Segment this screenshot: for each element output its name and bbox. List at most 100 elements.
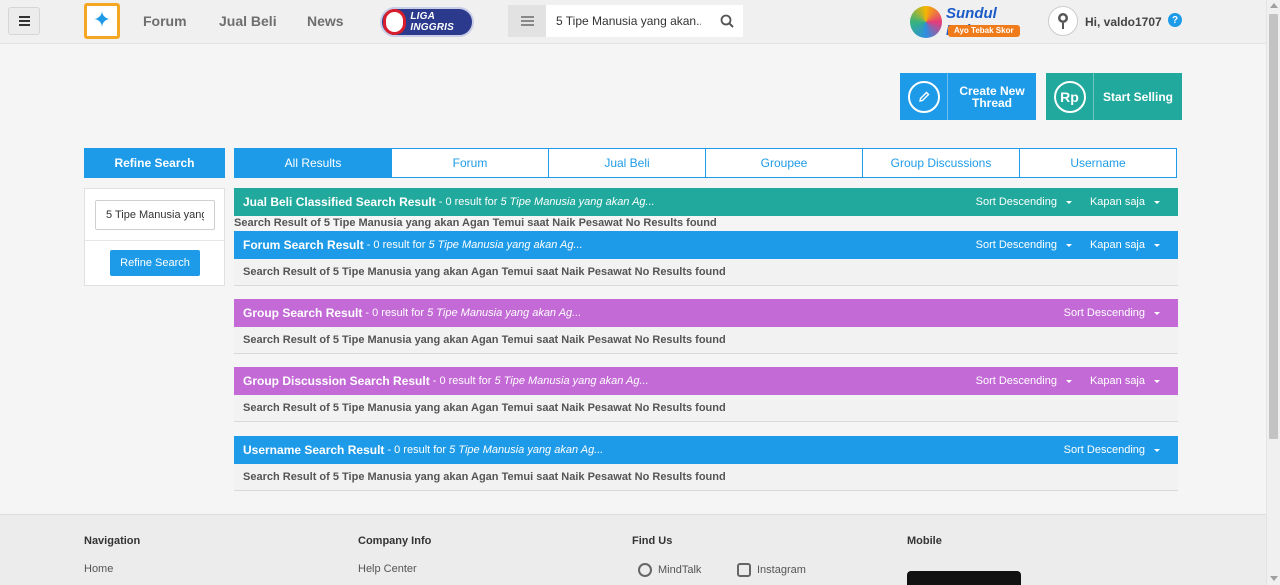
panel-body-no-results: Search Result of 5 Tipe Manusia yang aka…	[234, 259, 1178, 286]
panel-header: Forum Search Result - 0 result for 5 Tip…	[234, 231, 1178, 259]
refine-search-input[interactable]	[95, 200, 215, 230]
list-icon	[520, 20, 534, 22]
hamburger-menu-icon	[18, 20, 30, 22]
footer-findus-column: Find Us MindTalk Instagram	[632, 535, 806, 577]
footer-home-link[interactable]: Home	[84, 563, 113, 575]
hamburger-menu-button[interactable]	[8, 7, 40, 35]
panel-meta: - 0 result for 5 Tipe Manusia yang akan …	[387, 444, 603, 456]
tab-all-results[interactable]: All Results	[234, 148, 392, 178]
sort-descending-dropdown[interactable]: Sort Descending	[976, 375, 1072, 387]
start-selling-label: Start Selling	[1102, 89, 1173, 104]
instagram-icon	[737, 563, 751, 577]
scroll-down-arrow-icon[interactable]	[1270, 576, 1278, 581]
sort-descending-dropdown[interactable]: Sort Descending	[1064, 307, 1160, 319]
caret-down-icon	[1154, 448, 1160, 452]
user-avatar[interactable]	[1048, 6, 1078, 36]
panel-header: Group Search Result - 0 result for 5 Tip…	[234, 299, 1178, 327]
site-logo[interactable]: ✦	[84, 3, 120, 39]
refine-search-button[interactable]: Refine Search	[110, 250, 200, 276]
sort-descending-dropdown[interactable]: Sort Descending	[976, 239, 1072, 251]
panel-header: Jual Beli Classified Search Result - 0 r…	[234, 188, 1178, 216]
tab-jual-beli[interactable]: Jual Beli	[549, 148, 706, 178]
result-count-text: - 0 result for	[366, 239, 429, 251]
scroll-thumb[interactable]	[1269, 14, 1278, 439]
sort-descending-dropdown[interactable]: Sort Descending	[1064, 444, 1160, 456]
sort-label: Sort Descending	[1063, 444, 1145, 456]
group-discussion-result-panel: Group Discussion Search Result - 0 resul…	[234, 367, 1178, 422]
search-icon	[720, 14, 734, 28]
result-count-text: - 0 result for	[387, 444, 450, 456]
caret-down-icon	[1154, 379, 1160, 383]
footer-company-column: Company Info Help Center	[358, 535, 432, 575]
panel-title: Username Search Result	[243, 443, 385, 457]
panel-title: Jual Beli Classified Search Result	[243, 195, 436, 209]
caret-down-icon	[1154, 243, 1160, 247]
app-store-badge[interactable]	[907, 571, 1021, 585]
search-category-button[interactable]	[508, 5, 546, 37]
liga-inggris-banner[interactable]: LIGA INGGRIS	[380, 7, 474, 37]
time-filter-label: Kapan saja	[1089, 239, 1145, 251]
time-filter-label: Kapan saja	[1089, 196, 1145, 208]
mindtalk-icon	[638, 563, 652, 577]
liga-badge-icon	[383, 9, 407, 35]
page-footer: Navigation Home Company Info Help Center…	[0, 514, 1266, 585]
query-text: 5 Tipe Manusia yang akan Ag...	[428, 239, 583, 251]
footer-instagram-link[interactable]: Instagram	[737, 563, 806, 577]
sort-label: Sort Descending	[1063, 307, 1145, 319]
global-search	[508, 5, 743, 37]
instagram-label: Instagram	[757, 564, 806, 576]
query-text: 5 Tipe Manusia yang akan Ag...	[427, 307, 582, 319]
nav-jual-beli-link[interactable]: Jual Beli	[219, 13, 277, 29]
panel-header: Group Discussion Search Result - 0 resul…	[234, 367, 1178, 395]
search-button[interactable]	[711, 5, 743, 37]
refine-search-header: Refine Search	[84, 148, 225, 178]
tab-groupee[interactable]: Groupee	[706, 148, 863, 178]
result-tabs: All Results Forum Jual Beli Groupee Grou…	[234, 148, 1177, 178]
sundul-bola-subtitle: Ayo Tebak Skor	[948, 25, 1020, 37]
time-filter-dropdown[interactable]: Kapan saja	[1090, 375, 1160, 387]
result-count-text: - 0 result for	[438, 196, 501, 208]
footer-mobile-heading: Mobile	[907, 535, 942, 547]
panel-body-no-results: Search Result of 5 Tipe Manusia yang aka…	[234, 395, 1178, 422]
rupiah-icon: Rp	[1053, 80, 1086, 113]
panel-body-no-results: Search Result of 5 Tipe Manusia yang aka…	[234, 327, 1178, 354]
caret-down-icon	[1065, 243, 1072, 247]
username-label[interactable]: Hi, valdo1707	[1085, 15, 1162, 29]
query-text: 5 Tipe Manusia yang akan Ag...	[494, 375, 649, 387]
create-new-thread-button[interactable]: Create New Thread	[900, 73, 1036, 120]
time-filter-dropdown[interactable]: Kapan saja	[1090, 196, 1160, 208]
time-filter-dropdown[interactable]: Kapan saja	[1090, 239, 1160, 251]
pencil-icon-wrap	[900, 73, 948, 120]
panel-sort-controls: Sort Descending Kapan saja	[976, 231, 1178, 259]
avatar-icon	[1058, 13, 1068, 29]
nav-news-link[interactable]: News	[307, 13, 344, 29]
sundul-bola-banner[interactable]: Sundul Bola Ayo Tebak Skor	[910, 4, 1030, 40]
kaskus-logo-icon: ✦	[92, 8, 112, 33]
help-icon[interactable]: ?	[1168, 13, 1182, 27]
sort-label: Sort Descending	[975, 239, 1057, 251]
caret-down-icon	[1065, 200, 1072, 204]
tab-username[interactable]: Username	[1020, 148, 1177, 178]
sort-descending-dropdown[interactable]: Sort Descending	[976, 196, 1072, 208]
result-count-text: - 0 result for	[365, 307, 428, 319]
tab-forum[interactable]: Forum	[392, 148, 549, 178]
panel-body-no-results: Search Result of 5 Tipe Manusia yang aka…	[234, 464, 1178, 491]
footer-company-heading: Company Info	[358, 535, 432, 547]
rupiah-icon-wrap: Rp	[1046, 73, 1094, 120]
time-filter-label: Kapan saja	[1089, 375, 1145, 387]
panel-sort-controls: Sort Descending	[1064, 436, 1178, 464]
scroll-up-arrow-icon[interactable]	[1270, 3, 1278, 8]
footer-mindtalk-link[interactable]: MindTalk	[638, 563, 701, 577]
tab-group-discussions[interactable]: Group Discussions	[863, 148, 1020, 178]
page-scrollbar[interactable]	[1266, 0, 1280, 585]
refine-search-box: Refine Search	[84, 188, 225, 286]
footer-help-center-link[interactable]: Help Center	[358, 563, 417, 575]
panel-sort-controls: Sort Descending	[1064, 299, 1178, 327]
start-selling-button[interactable]: Rp Start Selling	[1046, 73, 1182, 120]
panel-title: Forum Search Result	[243, 238, 364, 252]
nav-forum-link[interactable]: Forum	[143, 13, 187, 29]
liga-inggris-label: LIGA INGGRIS	[410, 11, 455, 33]
footer-navigation-heading: Navigation	[84, 535, 141, 547]
search-input[interactable]	[546, 5, 711, 37]
result-count-text: - 0 result for	[432, 375, 495, 387]
